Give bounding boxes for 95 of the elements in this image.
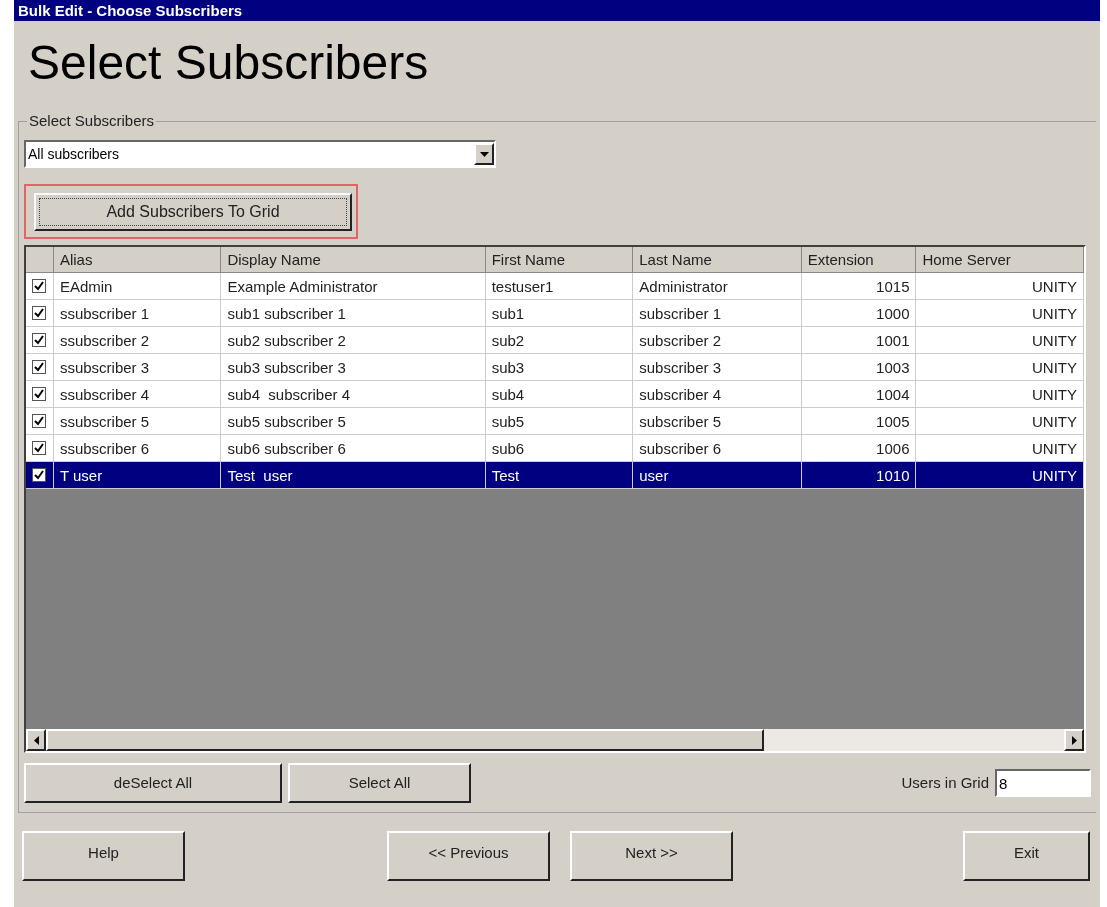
- table-cell: UNITY: [916, 462, 1084, 488]
- table-cell: subscriber 1: [633, 300, 802, 326]
- grid-row[interactable]: ssubscriber 2 sub2 subscriber 2 sub2 subscriber 2 1001 UNITY: [26, 327, 1084, 354]
- table-cell: UNITY: [916, 273, 1084, 299]
- table-cell: sub2 subscriber 2: [221, 327, 486, 353]
- grid-row[interactable]: ssubscriber 5 sub5 subscriber 5 sub5 subscriber 5 1005 UNITY: [26, 408, 1084, 435]
- table-cell: sub1 subscriber 1: [221, 300, 486, 326]
- table-cell: ssubscriber 5: [53, 408, 222, 434]
- checkmark-icon: [34, 335, 45, 345]
- window-title: Bulk Edit - Choose Subscribers: [14, 0, 1100, 21]
- table-cell: sub3 subscriber 3: [221, 354, 486, 380]
- previous-button[interactable]: << Previous: [387, 831, 550, 881]
- table-cell: sub4 subscriber 4: [221, 381, 486, 407]
- grid-row[interactable]: ssubscriber 1 sub1 subscriber 1 sub1 subscriber 1 1000 UNITY: [26, 300, 1084, 327]
- table-cell: ssubscriber 4: [53, 381, 222, 407]
- table-cell: EAdmin: [53, 273, 222, 299]
- table-cell: ssubscriber 2: [53, 327, 222, 353]
- checkmark-icon: [34, 443, 45, 453]
- caret-icon: [479, 151, 489, 157]
- table-cell: subscriber 4: [633, 381, 802, 407]
- checkmark-icon: [34, 389, 45, 399]
- subscriber-dropdown[interactable]: All subscribers: [24, 140, 496, 168]
- checkbox[interactable]: [32, 333, 47, 347]
- next-button[interactable]: Next >>: [570, 831, 733, 881]
- table-cell: Test: [485, 462, 634, 488]
- table-cell: sub3: [485, 354, 634, 380]
- users-in-grid-field[interactable]: 8: [995, 769, 1091, 797]
- table-cell: 1015: [801, 273, 917, 299]
- table-cell: 1006: [801, 435, 917, 461]
- column-header[interactable]: Last Name: [633, 247, 802, 272]
- table-cell: 1010: [801, 462, 917, 488]
- checkbox[interactable]: [32, 279, 47, 293]
- users-in-grid-label: Users in Grid: [901, 772, 989, 793]
- checkbox[interactable]: [32, 441, 47, 455]
- grid-row[interactable]: ssubscriber 6 sub6 subscriber 6 sub6 subscriber 6 1006 UNITY: [26, 435, 1084, 462]
- grid-row[interactable]: EAdmin Example Administrator testuser1 Administrator 1015 UNITY: [26, 273, 1084, 300]
- help-button[interactable]: Help: [22, 831, 185, 881]
- table-cell: UNITY: [916, 408, 1084, 434]
- table-cell: testuser1: [485, 273, 634, 299]
- left-arrow-icon: [33, 735, 39, 745]
- table-cell: Administrator: [633, 273, 802, 299]
- scroll-thumb[interactable]: [46, 729, 764, 751]
- checkbox[interactable]: [32, 387, 47, 401]
- table-cell: 1004: [801, 381, 917, 407]
- table-cell: sub6 subscriber 6: [221, 435, 486, 461]
- table-cell: ssubscriber 6: [53, 435, 222, 461]
- right-arrow-icon: [1071, 735, 1077, 745]
- table-cell: UNITY: [916, 300, 1084, 326]
- table-cell: subscriber 3: [633, 354, 802, 380]
- page-heading: Select Subscribers: [28, 35, 429, 91]
- table-cell: user: [633, 462, 802, 488]
- table-cell: ssubscriber 3: [53, 354, 222, 380]
- table-cell: 1001: [801, 327, 917, 353]
- column-header[interactable]: First Name: [485, 247, 634, 272]
- checkmark-icon: [34, 281, 45, 291]
- table-cell: subscriber 6: [633, 435, 802, 461]
- table-cell: Test user: [221, 462, 486, 488]
- add-subscribers-button[interactable]: Add Subscribers To Grid: [34, 192, 352, 231]
- table-cell: sub5: [485, 408, 634, 434]
- table-cell: Example Administrator: [221, 273, 486, 299]
- checkmark-icon: [34, 470, 45, 480]
- checkmark-icon: [34, 416, 45, 426]
- checkmark-icon: [34, 362, 45, 372]
- checkbox[interactable]: [32, 414, 47, 428]
- table-cell: 1005: [801, 408, 917, 434]
- checkbox[interactable]: [32, 468, 47, 482]
- table-cell: UNITY: [916, 327, 1084, 353]
- exit-button[interactable]: Exit: [963, 831, 1090, 881]
- table-cell: ssubscriber 1: [53, 300, 222, 326]
- horizontal-scrollbar[interactable]: [26, 729, 1084, 751]
- table-cell: sub4: [485, 381, 634, 407]
- column-header[interactable]: Extension: [801, 247, 917, 272]
- deselect-all-button[interactable]: deSelect All: [24, 763, 282, 803]
- table-cell: 1003: [801, 354, 917, 380]
- checkbox[interactable]: [32, 306, 47, 320]
- table-cell: sub5 subscriber 5: [221, 408, 486, 434]
- grid-row[interactable]: T user Test user Test user 1010 UNITY: [26, 462, 1084, 489]
- checkmark-icon: [34, 308, 45, 318]
- column-header[interactable]: Alias: [53, 247, 222, 272]
- select-all-button[interactable]: Select All: [288, 763, 471, 803]
- table-cell: sub1: [485, 300, 634, 326]
- table-cell: subscriber 5: [633, 408, 802, 434]
- table-cell: T user: [53, 462, 222, 488]
- table-cell: subscriber 2: [633, 327, 802, 353]
- checkbox[interactable]: [32, 360, 47, 374]
- column-header[interactable]: Display Name: [221, 247, 486, 272]
- grid-row[interactable]: ssubscriber 3 sub3 subscriber 3 sub3 subscriber 3 1003 UNITY: [26, 354, 1084, 381]
- table-cell: sub2: [485, 327, 634, 353]
- table-cell: sub6: [485, 435, 634, 461]
- table-cell: UNITY: [916, 435, 1084, 461]
- table-cell: UNITY: [916, 381, 1084, 407]
- grid-row[interactable]: ssubscriber 4 sub4 subscriber 4 sub4 subscriber 4 1004 UNITY: [26, 381, 1084, 408]
- table-cell: 1000: [801, 300, 917, 326]
- column-header[interactable]: Home Server: [916, 247, 1084, 272]
- table-cell: UNITY: [916, 354, 1084, 380]
